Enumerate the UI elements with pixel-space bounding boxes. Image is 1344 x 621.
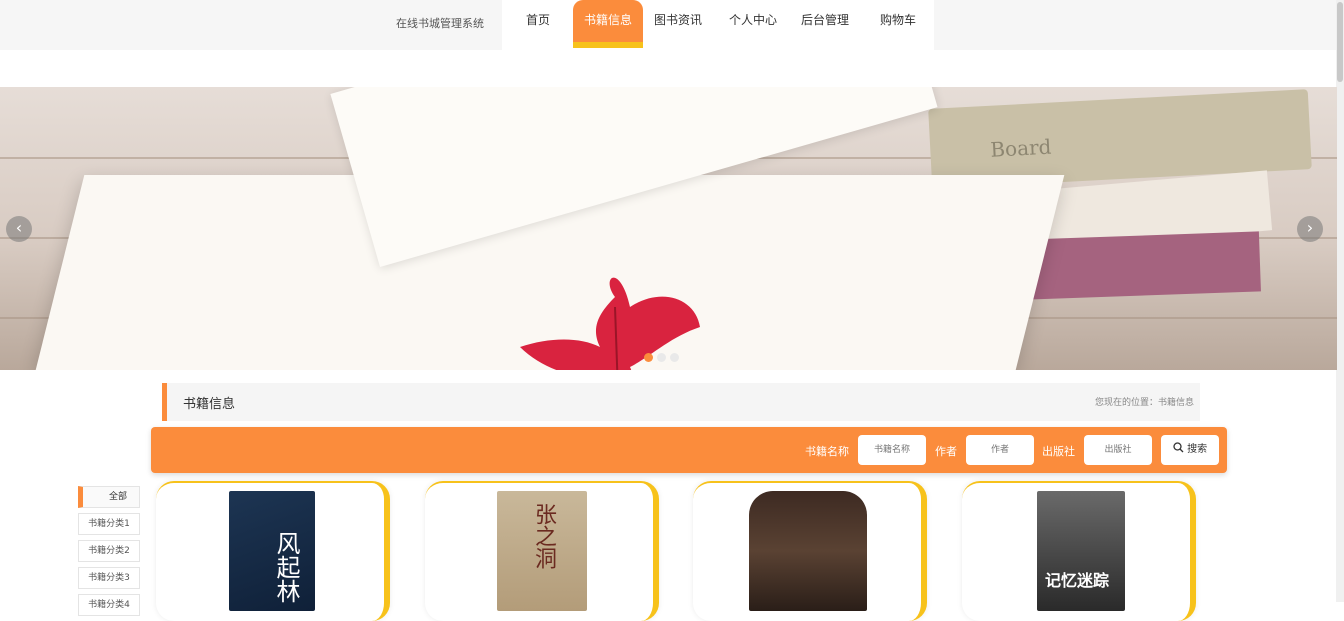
section-header: 书籍信息 您现在的位置：书籍信息 [162,383,1200,421]
book-cover-image: 记忆迷踪 [1037,491,1125,611]
nav-item-admin[interactable]: 后台管理 [792,0,858,42]
banner-prev-button[interactable]: ‹ [6,216,32,242]
nav-menu: 首页 书籍信息 图书资讯 个人中心 后台管理 购物车 [502,0,934,50]
category-item-2[interactable]: 书籍分类2 [78,540,140,562]
nav-item-personal-center[interactable]: 个人中心 [718,0,788,42]
book-name-input[interactable] [858,435,926,465]
chevron-right-icon: › [1306,218,1314,237]
search-bar: 书籍名称 作者 出版社 搜索 [151,427,1227,473]
category-item-1[interactable]: 书籍分类1 [78,513,140,535]
search-button[interactable]: 搜索 [1161,435,1219,465]
banner-carousel: Board ‹ › [0,87,1337,370]
nav-item-home[interactable]: 首页 [510,0,566,42]
search-icon [1173,442,1184,453]
book-name-label: 书籍名称 [805,445,849,458]
search-button-label: 搜索 [1187,444,1208,455]
book-card[interactable]: 记忆迷踪 [962,481,1196,621]
category-item-4[interactable]: 书籍分类4 [78,594,140,616]
book-cover-image: 风起林 [229,491,315,611]
banner-dot-2[interactable] [657,353,666,362]
publisher-input[interactable] [1084,435,1152,465]
category-item-3[interactable]: 书籍分类3 [78,567,140,589]
book-cover-title: 张之洞 [531,503,556,569]
author-input[interactable] [966,435,1034,465]
book-cover-image [749,491,867,611]
banner-dot-3[interactable] [670,353,679,362]
nav-item-cart[interactable]: 购物车 [872,0,924,42]
book-card[interactable] [693,481,927,621]
publisher-label: 出版社 [1042,445,1075,458]
scrollbar-thumb[interactable] [1337,2,1343,82]
book-card[interactable]: 风起林 [156,481,390,621]
book-cover-title: 记忆迷踪 [1045,571,1110,590]
category-all[interactable]: 全部 [78,486,140,508]
author-label: 作者 [935,445,957,458]
book-cover-image: 张之洞 [497,491,587,611]
site-title: 在线书城管理系统 [396,17,484,30]
breadcrumb: 您现在的位置：书籍信息 [1094,398,1194,408]
banner-pagination [644,347,683,362]
banner-dot-1[interactable] [644,353,653,362]
banner-next-button[interactable]: › [1297,216,1323,242]
top-nav-bar: 在线书城管理系统 首页 书籍信息 图书资讯 个人中心 后台管理 购物车 [0,0,1344,50]
section-title: 书籍信息 [183,397,236,412]
page-scrollbar[interactable] [1336,0,1344,602]
nav-item-book-info[interactable]: 书籍信息 [573,0,643,48]
nav-item-book-news[interactable]: 图书资讯 [646,0,710,42]
banner-book-spine-text: Board [989,134,1052,162]
book-card[interactable]: 张之洞 [425,481,659,621]
chevron-left-icon: ‹ [15,218,23,237]
book-cover-title: 风起林 [272,531,300,603]
